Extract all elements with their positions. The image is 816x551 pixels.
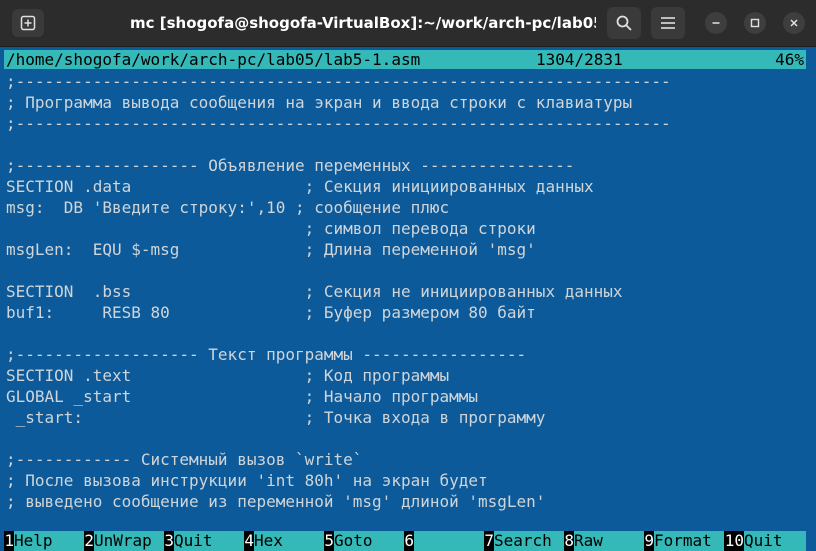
fkey-5[interactable]: 5 Goto [324, 531, 404, 551]
search-button[interactable] [607, 7, 641, 39]
fkey-6[interactable]: 6 [404, 531, 484, 551]
code-line: ; выведено сообщение из переменной 'msg'… [6, 492, 546, 511]
code-line: _start: ; Точка входа в программу [6, 408, 546, 427]
fkey-number: 1 [4, 531, 14, 551]
code-line: ; Программа вывода сообщения на экран и … [6, 93, 633, 112]
fkey-label: Goto [334, 531, 404, 551]
fkey-label: Quit [744, 531, 806, 551]
fkey-label: Search [494, 531, 564, 551]
fkey-label: Hex [254, 531, 324, 551]
code-line: GLOBAL _start ; Начало программы [6, 387, 479, 406]
code-line: ;---------------------------------------… [6, 114, 671, 133]
terminal-area[interactable]: /home/shogofa/work/arch-pc/lab05/lab5-1.… [0, 47, 816, 551]
function-key-bar: 1 Help 2 UnWrap 3 Quit 4 Hex 5 Goto 6 7 Search 8 Raw 9 F… [4, 531, 806, 551]
file-path: /home/shogofa/work/arch-pc/lab05/lab5-1.… [6, 50, 421, 69]
minimize-icon [712, 22, 720, 24]
fkey-7[interactable]: 7 Search [484, 531, 564, 551]
fkey-label: UnWrap [94, 531, 164, 551]
fkey-label: Help [14, 531, 84, 551]
hamburger-menu-icon [661, 17, 675, 29]
code-line: buf1: RESB 80 ; Буфер размером 80 байт [6, 303, 536, 322]
code-line: SECTION .text ; Код программы [6, 366, 450, 385]
scroll-percent: 46% [775, 50, 804, 69]
window-titlebar: mc [shogofa@shogofa-VirtualBox]:~/work/a… [0, 0, 816, 47]
fkey-number: 6 [404, 531, 414, 551]
fkey-label: Quit [174, 531, 244, 551]
fkey-number: 7 [484, 531, 494, 551]
file-content[interactable]: ;---------------------------------------… [4, 71, 808, 531]
fkey-number: 3 [164, 531, 174, 551]
fkey-8[interactable]: 8 Raw [564, 531, 644, 551]
fkey-label: Format [654, 531, 724, 551]
fkey-number: 5 [324, 531, 334, 551]
maximize-button[interactable] [744, 12, 766, 34]
fkey-number: 8 [564, 531, 574, 551]
search-icon [616, 15, 632, 31]
minimize-button[interactable] [705, 12, 727, 34]
fkey-number: 4 [244, 531, 254, 551]
code-line: ;------------ Системный вызов `write` [6, 450, 363, 469]
close-icon [790, 19, 798, 27]
fkey-number: 9 [644, 531, 654, 551]
fkey-number: 2 [84, 531, 94, 551]
menu-button[interactable] [651, 7, 685, 39]
code-line: SECTION .data ; Секция инициированных да… [6, 177, 594, 196]
fkey-1[interactable]: 1 Help [4, 531, 84, 551]
fkey-3[interactable]: 3 Quit [164, 531, 244, 551]
code-line: ;------------------- Текст программы ---… [6, 345, 527, 364]
code-line: ;------------------- Объявление переменн… [6, 156, 575, 175]
close-button[interactable] [783, 12, 805, 34]
code-line: msg: DB 'Введите строку:',10 ; сообщение… [6, 198, 450, 217]
code-line: ; символ перевода строки [6, 219, 536, 238]
new-tab-icon [20, 15, 36, 31]
code-line: ;---------------------------------------… [6, 72, 671, 91]
fkey-label [414, 531, 484, 551]
window-title: mc [shogofa@shogofa-VirtualBox]:~/work/a… [130, 14, 596, 32]
fkey-number: 10 [724, 531, 744, 551]
fkey-label: Raw [574, 531, 644, 551]
cursor-position: 1304/2831 [536, 50, 623, 69]
fkey-4[interactable]: 4 Hex [244, 531, 324, 551]
editor-status-bar: /home/shogofa/work/arch-pc/lab05/lab5-1.… [4, 50, 806, 69]
new-tab-button[interactable] [12, 9, 44, 37]
code-line: ; После вызова инструкции 'int 80h' на э… [6, 471, 488, 490]
code-line: msgLen: EQU $-msg ; Длина переменной 'ms… [6, 240, 536, 259]
maximize-icon [750, 18, 760, 28]
fkey-2[interactable]: 2 UnWrap [84, 531, 164, 551]
fkey-10[interactable]: 10 Quit [724, 531, 806, 551]
fkey-9[interactable]: 9 Format [644, 531, 724, 551]
code-line: SECTION .bss ; Секция не инициированных … [6, 282, 623, 301]
